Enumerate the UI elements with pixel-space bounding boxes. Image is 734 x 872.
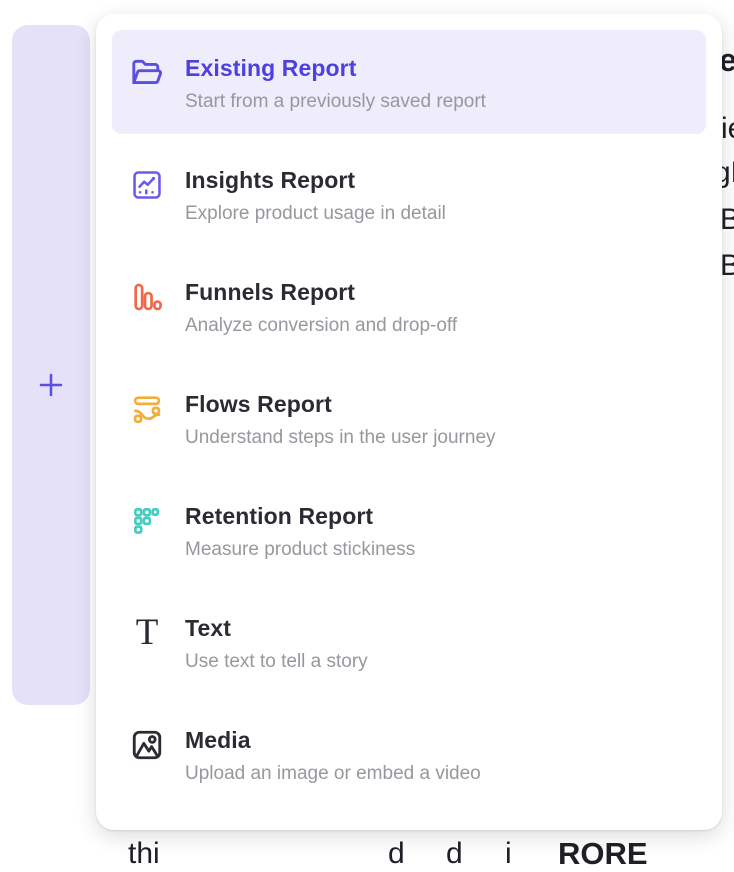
menu-item-title: Text [185,615,368,641]
menu-item-subtitle: Measure product stickiness [185,539,415,562]
menu-item-subtitle: Analyze conversion and drop-off [185,315,457,338]
background-text-fragment: thi [128,837,160,871]
sidebar-rail [12,25,90,705]
flows-icon [128,390,166,428]
menu-item-existing-report[interactable]: Existing Report Start from a previously … [112,30,706,134]
add-report-button[interactable] [31,365,71,405]
menu-item-media-block[interactable]: Media Upload an image or embed a video [112,702,706,806]
menu-item-subtitle: Understand steps in the user journey [185,427,496,450]
menu-item-title: Funnels Report [185,279,457,305]
menu-item-subtitle: Start from a previously saved report [185,91,486,114]
retention-grid-icon [128,502,166,540]
text-icon: T [128,614,166,652]
plus-icon [35,369,67,401]
background-text-fragment: B [720,203,734,237]
background-text-fragment: i [505,837,512,871]
menu-item-flows-report[interactable]: Flows Report Understand steps in the use… [112,366,706,470]
menu-item-funnels-report[interactable]: Funnels Report Analyze conversion and dr… [112,254,706,358]
menu-item-title: Media [185,727,481,753]
menu-item-text: Flows Report Understand steps in the use… [185,391,496,450]
background-text-fragment: ie [721,112,734,146]
background-text-fragment: d [446,837,463,871]
menu-item-text: Funnels Report Analyze conversion and dr… [185,279,457,338]
menu-item-text: Retention Report Measure product stickin… [185,503,415,562]
menu-item-retention-report[interactable]: Retention Report Measure product stickin… [112,478,706,582]
menu-item-text-block[interactable]: T Text Use text to tell a story [112,590,706,694]
background-text-fragment: RORE [558,836,648,872]
media-image-icon [128,726,166,764]
menu-item-title: Retention Report [185,503,415,529]
menu-item-subtitle: Use text to tell a story [185,651,368,674]
insights-chart-icon [128,166,166,204]
menu-item-subtitle: Explore product usage in detail [185,203,446,226]
menu-item-text: Existing Report Start from a previously … [185,55,486,114]
funnel-bars-icon [128,278,166,316]
menu-item-subtitle: Upload an image or embed a video [185,763,481,786]
add-report-menu: Existing Report Start from a previously … [96,14,722,830]
menu-item-text: Media Upload an image or embed a video [185,727,481,786]
menu-item-insights-report[interactable]: Insights Report Explore product usage in… [112,142,706,246]
background-text-fragment: B [720,249,734,283]
menu-item-text: Insights Report Explore product usage in… [185,167,446,226]
background-text-fragment: d [388,837,405,871]
menu-item-text: Text Use text to tell a story [185,615,368,674]
folder-open-icon [128,54,166,92]
menu-item-title: Insights Report [185,167,446,193]
menu-item-title: Existing Report [185,55,486,81]
menu-item-title: Flows Report [185,391,496,417]
